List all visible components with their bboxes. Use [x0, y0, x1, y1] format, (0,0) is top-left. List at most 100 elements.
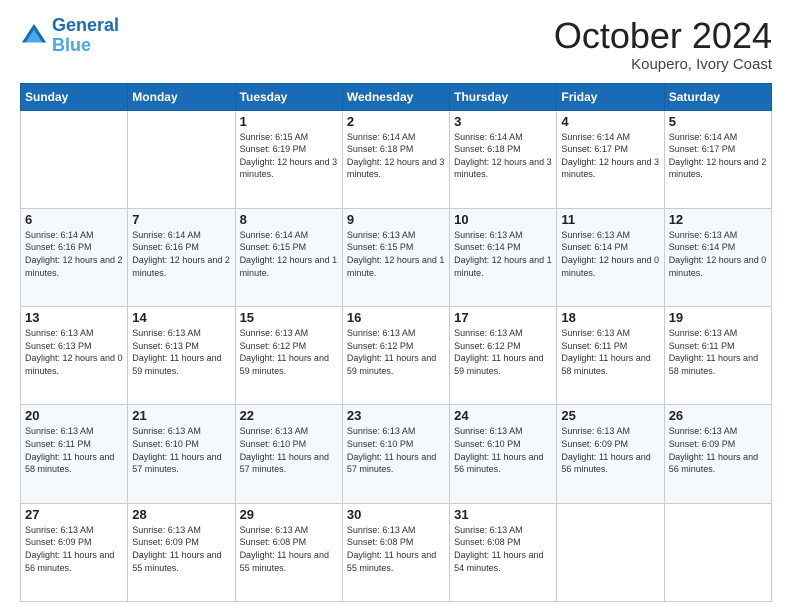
- table-row: 9 Sunrise: 6:13 AM Sunset: 6:15 PM Daylig…: [342, 208, 449, 306]
- table-row: 26 Sunrise: 6:13 AM Sunset: 6:09 PM Dayli…: [664, 405, 771, 503]
- day-info: Sunrise: 6:13 AM Sunset: 6:10 PM Dayligh…: [347, 425, 445, 475]
- week-row-5: 27 Sunrise: 6:13 AM Sunset: 6:09 PM Dayli…: [21, 503, 772, 601]
- table-row: 25 Sunrise: 6:13 AM Sunset: 6:09 PM Dayli…: [557, 405, 664, 503]
- header-monday: Monday: [128, 83, 235, 110]
- logo-text: General Blue: [52, 16, 119, 56]
- day-info: Sunrise: 6:13 AM Sunset: 6:08 PM Dayligh…: [454, 524, 552, 574]
- day-number: 20: [25, 408, 123, 423]
- day-number: 21: [132, 408, 230, 423]
- day-number: 27: [25, 507, 123, 522]
- table-row: 14 Sunrise: 6:13 AM Sunset: 6:13 PM Dayli…: [128, 307, 235, 405]
- day-number: 17: [454, 310, 552, 325]
- page: General Blue October 2024 Koupero, Ivory…: [0, 0, 792, 612]
- day-number: 15: [240, 310, 338, 325]
- table-row: 23 Sunrise: 6:13 AM Sunset: 6:10 PM Dayli…: [342, 405, 449, 503]
- day-info: Sunrise: 6:13 AM Sunset: 6:13 PM Dayligh…: [132, 327, 230, 377]
- day-number: 26: [669, 408, 767, 423]
- table-row: 13Sunrise: 6:13 AM Sunset: 6:13 PM Dayli…: [21, 307, 128, 405]
- day-info: Sunrise: 6:13 AM Sunset: 6:11 PM Dayligh…: [25, 425, 123, 475]
- day-number: 9: [347, 212, 445, 227]
- day-info: Sunrise: 6:13 AM Sunset: 6:12 PM Dayligh…: [454, 327, 552, 377]
- day-number: 14: [132, 310, 230, 325]
- header: General Blue October 2024 Koupero, Ivory…: [20, 16, 772, 73]
- day-info: Sunrise: 6:13 AM Sunset: 6:14 PM Dayligh…: [669, 229, 767, 279]
- day-info: Sunrise: 6:13 AM Sunset: 6:08 PM Dayligh…: [240, 524, 338, 574]
- table-row: 2Sunrise: 6:14 AM Sunset: 6:18 PM Daylig…: [342, 110, 449, 208]
- day-info: Sunrise: 6:15 AM Sunset: 6:19 PM Dayligh…: [240, 131, 338, 181]
- day-info: Sunrise: 6:13 AM Sunset: 6:09 PM Dayligh…: [25, 524, 123, 574]
- day-number: 31: [454, 507, 552, 522]
- day-number: 30: [347, 507, 445, 522]
- title-area: October 2024 Koupero, Ivory Coast: [554, 16, 772, 73]
- logo-icon: [20, 22, 48, 50]
- table-row: 30 Sunrise: 6:13 AM Sunset: 6:08 PM Dayli…: [342, 503, 449, 601]
- day-info: Sunrise: 6:14 AM Sunset: 6:15 PM Dayligh…: [240, 229, 338, 279]
- day-number: 11: [561, 212, 659, 227]
- table-row: 15 Sunrise: 6:13 AM Sunset: 6:12 PM Dayli…: [235, 307, 342, 405]
- table-row: [557, 503, 664, 601]
- day-number: 1: [240, 114, 338, 129]
- day-number: 13: [25, 310, 123, 325]
- day-info: Sunrise: 6:13 AM Sunset: 6:12 PM Dayligh…: [240, 327, 338, 377]
- table-row: 24Sunrise: 6:13 AM Sunset: 6:10 PM Dayli…: [450, 405, 557, 503]
- day-info: Sunrise: 6:13 AM Sunset: 6:09 PM Dayligh…: [669, 425, 767, 475]
- day-number: 6: [25, 212, 123, 227]
- table-row: 11 Sunrise: 6:13 AM Sunset: 6:14 PM Dayli…: [557, 208, 664, 306]
- table-row: 18 Sunrise: 6:13 AM Sunset: 6:11 PM Dayli…: [557, 307, 664, 405]
- day-number: 7: [132, 212, 230, 227]
- day-number: 3: [454, 114, 552, 129]
- week-row-3: 13 Sunrise: 6:13 AM Sunset: 6:13 PM Dayli…: [21, 307, 772, 405]
- table-row: 12Sunrise: 6:13 AM Sunset: 6:14 PM Dayli…: [664, 208, 771, 306]
- day-info: Sunrise: 6:14 AM Sunset: 6:18 PM Dayligh…: [347, 131, 445, 181]
- week-row-4: 20 Sunrise: 6:13 AM Sunset: 6:11 PM Dayli…: [21, 405, 772, 503]
- table-row: [664, 503, 771, 601]
- table-row: 4 Sunrise: 6:14 AM Sunset: 6:17 PM Daylig…: [557, 110, 664, 208]
- table-row: 1 Sunrise: 6:15 AM Sunset: 6:19 PM Daylig…: [235, 110, 342, 208]
- day-info: Sunrise: 6:13 AM Sunset: 6:12 PM Dayligh…: [347, 327, 445, 377]
- day-number: 28: [132, 507, 230, 522]
- week-row-2: 6Sunrise: 6:14 AM Sunset: 6:16 PM Daylig…: [21, 208, 772, 306]
- day-info: Sunrise: 6:14 AM Sunset: 6:17 PM Dayligh…: [669, 131, 767, 181]
- day-info: Sunrise: 6:13 AM Sunset: 6:14 PM Dayligh…: [454, 229, 552, 279]
- logo: General Blue: [20, 16, 119, 56]
- day-info: Sunrise: 6:14 AM Sunset: 6:17 PM Dayligh…: [561, 131, 659, 181]
- calendar-table: Sunday Monday Tuesday Wednesday Thursday…: [20, 83, 772, 602]
- table-row: 28 Sunrise: 6:13 AM Sunset: 6:09 PM Dayli…: [128, 503, 235, 601]
- table-row: [21, 110, 128, 208]
- day-info: Sunrise: 6:13 AM Sunset: 6:14 PM Dayligh…: [561, 229, 659, 279]
- table-row: 29 Sunrise: 6:13 AM Sunset: 6:08 PM Dayli…: [235, 503, 342, 601]
- table-row: 27 Sunrise: 6:13 AM Sunset: 6:09 PM Dayli…: [21, 503, 128, 601]
- table-row: 7Sunrise: 6:14 AM Sunset: 6:16 PM Daylig…: [128, 208, 235, 306]
- day-number: 29: [240, 507, 338, 522]
- header-saturday: Saturday: [664, 83, 771, 110]
- table-row: 8 Sunrise: 6:14 AM Sunset: 6:15 PM Daylig…: [235, 208, 342, 306]
- day-number: 4: [561, 114, 659, 129]
- week-row-1: 1 Sunrise: 6:15 AM Sunset: 6:19 PM Daylig…: [21, 110, 772, 208]
- header-tuesday: Tuesday: [235, 83, 342, 110]
- day-info: Sunrise: 6:13 AM Sunset: 6:09 PM Dayligh…: [132, 524, 230, 574]
- day-number: 25: [561, 408, 659, 423]
- day-info: Sunrise: 6:14 AM Sunset: 6:18 PM Dayligh…: [454, 131, 552, 181]
- table-row: 31 Sunrise: 6:13 AM Sunset: 6:08 PM Dayli…: [450, 503, 557, 601]
- day-number: 18: [561, 310, 659, 325]
- day-info: Sunrise: 6:13 AM Sunset: 6:09 PM Dayligh…: [561, 425, 659, 475]
- day-number: 22: [240, 408, 338, 423]
- location: Koupero, Ivory Coast: [554, 56, 772, 73]
- day-info: Sunrise: 6:13 AM Sunset: 6:15 PM Dayligh…: [347, 229, 445, 279]
- table-row: 5Sunrise: 6:14 AM Sunset: 6:17 PM Daylig…: [664, 110, 771, 208]
- header-thursday: Thursday: [450, 83, 557, 110]
- header-friday: Friday: [557, 83, 664, 110]
- table-row: 10 Sunrise: 6:13 AM Sunset: 6:14 PM Dayli…: [450, 208, 557, 306]
- day-info: Sunrise: 6:13 AM Sunset: 6:08 PM Dayligh…: [347, 524, 445, 574]
- day-number: 23: [347, 408, 445, 423]
- header-sunday: Sunday: [21, 83, 128, 110]
- day-number: 10: [454, 212, 552, 227]
- day-info: Sunrise: 6:13 AM Sunset: 6:10 PM Dayligh…: [454, 425, 552, 475]
- day-number: 8: [240, 212, 338, 227]
- day-info: Sunrise: 6:13 AM Sunset: 6:11 PM Dayligh…: [561, 327, 659, 377]
- table-row: 21Sunrise: 6:13 AM Sunset: 6:10 PM Dayli…: [128, 405, 235, 503]
- day-number: 19: [669, 310, 767, 325]
- table-row: 17 Sunrise: 6:13 AM Sunset: 6:12 PM Dayli…: [450, 307, 557, 405]
- day-info: Sunrise: 6:13 AM Sunset: 6:11 PM Dayligh…: [669, 327, 767, 377]
- table-row: [128, 110, 235, 208]
